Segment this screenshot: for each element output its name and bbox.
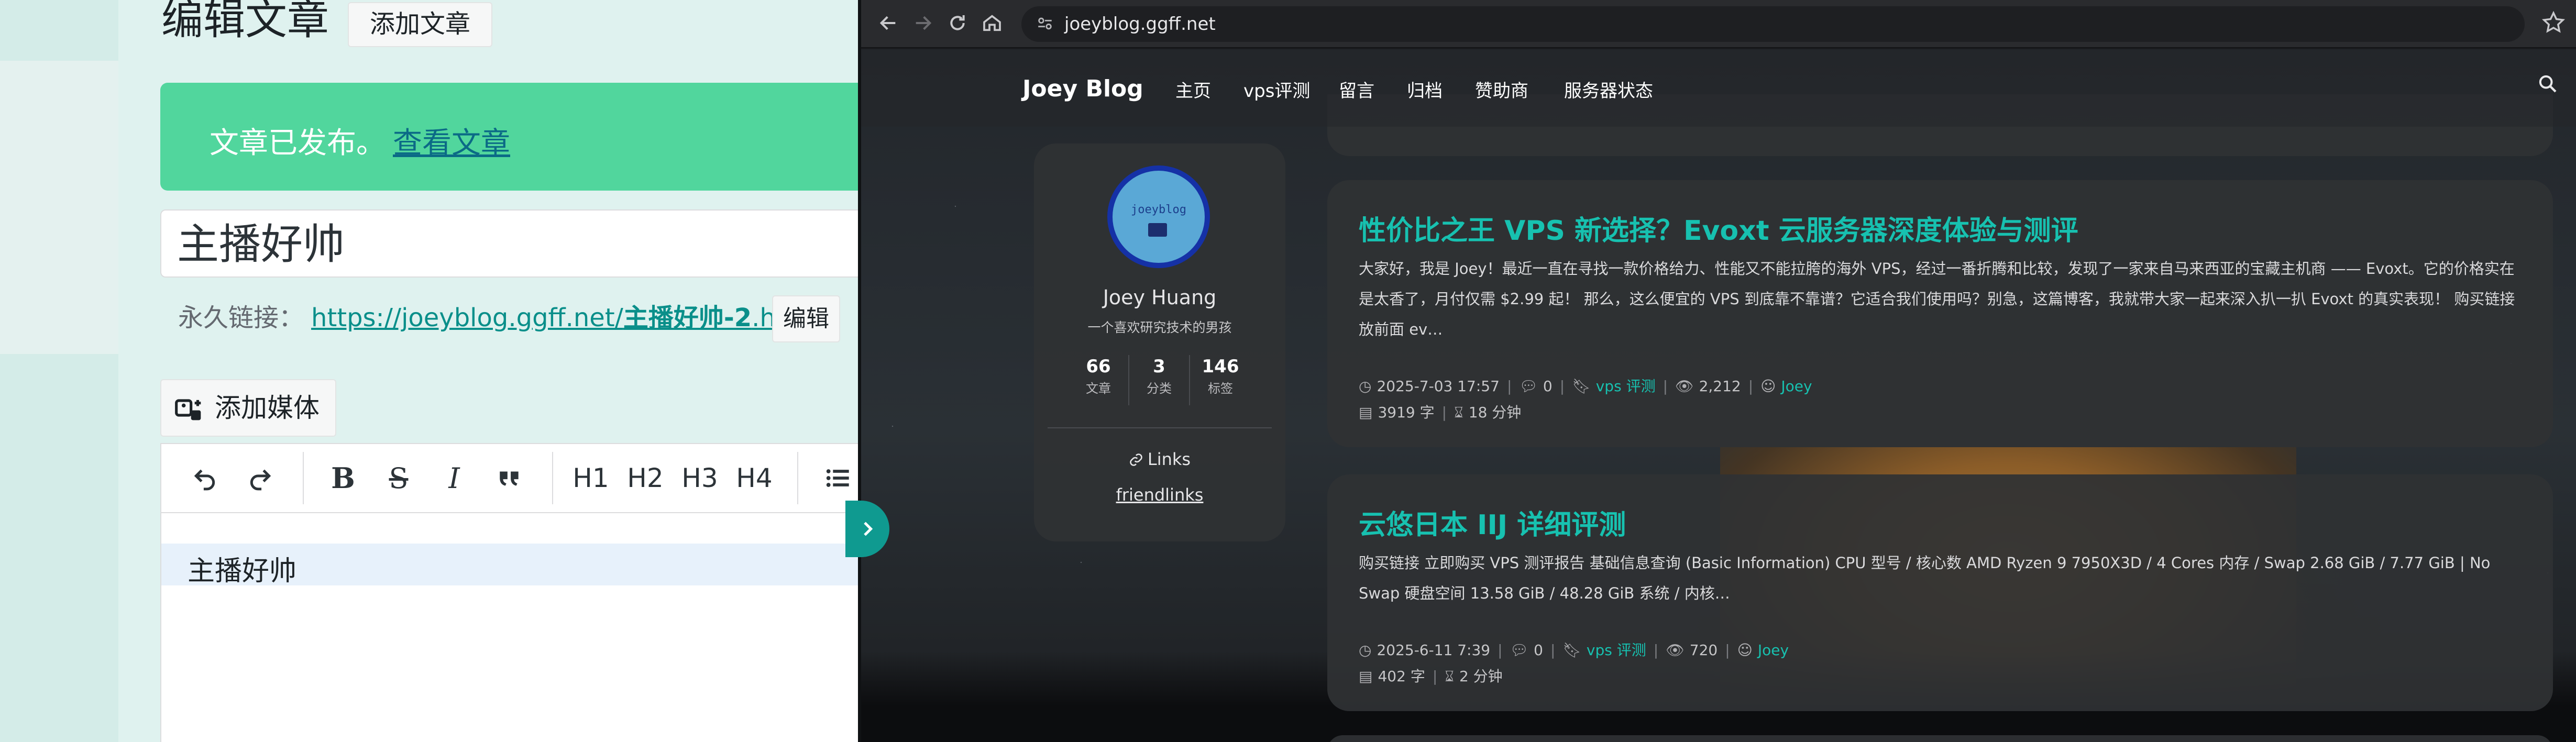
heading2-button[interactable]: H2 (623, 455, 667, 502)
clock-icon: ◷ (1359, 378, 1372, 395)
post-title-input[interactable]: 主播好帅 (160, 209, 858, 278)
editor-current-line: 主播好帅 (161, 544, 858, 587)
url-text: joeyblog.ggff.net (1064, 14, 1216, 35)
home-icon[interactable] (981, 13, 1004, 36)
editor-toolbar: B S I H1 H2 H3 H4 (160, 443, 858, 513)
document-icon: ▤ (1359, 668, 1373, 685)
post-category-link[interactable]: vps 评测 (1596, 378, 1656, 395)
post-excerpt: 大家好，我是 Joey！最近一直在寻找一款价格给力、性能又不能拉胯的海外 VPS… (1359, 260, 2515, 338)
admin-sidebar (0, 0, 118, 742)
user-icon: ☺ (1760, 378, 1776, 395)
heading1-button[interactable]: H1 (569, 455, 613, 502)
bookmark-icon: 🔖︎ (1572, 378, 1591, 395)
avatar[interactable]: joeyblog (1107, 165, 1210, 268)
post-title-value: 主播好帅 (177, 220, 345, 269)
notice-message: 文章已发布。 (210, 126, 386, 160)
user-icon: ☺ (1737, 641, 1753, 659)
hourglass-icon: ⌛︎ (1445, 668, 1454, 685)
clock-icon: ◷ (1359, 641, 1372, 659)
italic-button[interactable]: I (431, 455, 478, 502)
document-icon: ▤ (1359, 404, 1373, 421)
post-title-link[interactable]: 云悠日本 IIJ 详细评测 (1359, 503, 1626, 542)
permalink-row: 永久链接：https://joeyblog.ggff.net/主播好帅-2.ht… (178, 300, 817, 336)
nav-item-sponsors[interactable]: 赞助商 (1475, 76, 1528, 102)
back-icon[interactable] (877, 13, 900, 36)
post-author-link[interactable]: Joey (1781, 378, 1812, 395)
links-heading: Links (1034, 449, 1285, 469)
profile-name: Joey Huang (1103, 286, 1217, 309)
forward-icon[interactable] (911, 13, 934, 36)
undo-button[interactable] (181, 455, 228, 502)
address-bar[interactable]: joeyblog.ggff.net (1021, 6, 2525, 42)
add-media-label: 添加媒体 (215, 393, 320, 423)
blockquote-button[interactable] (486, 455, 533, 502)
browser-toolbar: joeyblog.ggff.net (861, 0, 2576, 48)
permalink-link[interactable]: https://joeyblog.ggff.net/主播好帅-2.html (311, 303, 817, 333)
post-meta: ◷ 2025-6-11 7:39 | 💬︎ 0 | 🔖︎ vps 评测 | 👁︎ 720 | ☺ Joey (1359, 641, 1789, 659)
add-media-button[interactable]: 添加媒体 (160, 379, 336, 437)
stat-categories[interactable]: 3 分类 (1129, 355, 1190, 405)
bookmark-star-icon[interactable] (2541, 10, 2568, 37)
nav-item-server-status[interactable]: 服务器状态 (1564, 76, 1653, 102)
post-category-link[interactable]: vps 评测 (1587, 641, 1646, 659)
editor-line-text: 主播好帅 (188, 556, 297, 587)
nav-item-home[interactable]: 主页 (1175, 76, 1211, 102)
heading3-button[interactable]: H3 (678, 455, 722, 502)
post-excerpt: 购买链接 立即购买 VPS 测评报告 基础信息查询 (Basic Informa… (1359, 554, 2491, 602)
link-icon (1130, 453, 1142, 466)
post-card[interactable]: 云悠日本 IIJ 详细评测 购买链接 立即购买 VPS 测评报告 基础信息查询 … (1327, 474, 2553, 711)
undo-icon (194, 469, 215, 491)
list-button[interactable] (814, 455, 858, 502)
post-stats: ▤ 402 字 | ⌛︎ 2 分钟 (1359, 668, 1503, 685)
post-card[interactable]: 性价比之王 VPS 新选择？Evoxt 云服务器深度体验与测评 大家好，我是 J… (1327, 180, 2553, 447)
comment-icon: 💬︎ (1510, 641, 1529, 659)
post-title-link[interactable]: 性价比之王 VPS 新选择？Evoxt 云服务器深度体验与测评 (1359, 208, 2078, 248)
add-media-icon (175, 399, 201, 420)
site-brand[interactable]: Joey Blog (1022, 75, 1143, 102)
bookmark-icon: 🔖︎ (1562, 641, 1581, 659)
comment-icon: 💬︎ (1519, 378, 1538, 395)
next-post-card (1327, 735, 2553, 742)
page-title: 编辑文章 (161, 0, 329, 44)
browser-window: joeyblog.ggff.net joeyblog Joey Huang 一个… (861, 0, 2576, 742)
strikethrough-button[interactable]: S (375, 455, 422, 502)
stat-tags[interactable]: 146 标签 (1190, 355, 1251, 405)
post-editor-pane: 编辑文章 添加文章 文章已发布。 查看文章 主播好帅 永久链接： https://j… (0, 0, 858, 742)
avatar-screen-icon (1148, 223, 1167, 237)
post-stats: ▤ 3919 字 | ⌛︎ 18 分钟 (1359, 404, 1522, 421)
heading4-button[interactable]: H4 (732, 455, 776, 502)
redo-button[interactable] (237, 455, 284, 502)
permalink-label: 永久链接： (178, 303, 304, 333)
redo-icon (250, 469, 271, 491)
hourglass-icon: ⌛︎ (1454, 404, 1463, 421)
site-info-icon[interactable] (1036, 15, 1055, 34)
chevron-right-icon (864, 522, 873, 536)
list-icon (826, 469, 849, 487)
post-author-link[interactable]: Joey (1758, 641, 1789, 659)
post-meta: ◷ 2025-7-03 17:57 | 💬︎ 0 | 🔖︎ vps 评测 | 👁︎ 2,212 | ☺ J… (1359, 378, 1812, 395)
profile-card: joeyblog Joey Huang 一个喜欢研究技术的男孩 66 文章 3 分类… (1034, 143, 1285, 541)
edit-permalink-button[interactable]: 编辑 (772, 295, 840, 342)
publish-notice: 文章已发布。 查看文章 (160, 83, 858, 191)
add-post-button[interactable]: 添加文章 (348, 2, 493, 47)
profile-stats: 66 文章 3 分类 146 标签 (1055, 355, 1264, 405)
friendlinks-link[interactable]: friendlinks (1034, 485, 1285, 505)
eye-icon: 👁︎ (1666, 641, 1685, 659)
view-post-link[interactable]: 查看文章 (393, 126, 510, 160)
blog-page: joeyblog Joey Huang 一个喜欢研究技术的男孩 66 文章 3 分类… (861, 49, 2576, 742)
reload-icon[interactable] (946, 13, 969, 36)
quote-icon (500, 471, 519, 486)
nav-item-guestbook[interactable]: 留言 (1339, 76, 1374, 102)
site-navbar: Joey Blog 主页 vps评测 留言 归档 赞助商 服务器状态 (861, 49, 2576, 127)
search-icon[interactable] (2537, 73, 2560, 96)
nav-item-archive[interactable]: 归档 (1407, 76, 1443, 102)
nav-item-vps-review[interactable]: vps评测 (1243, 76, 1310, 102)
editor-content-area[interactable]: 主播好帅 (160, 513, 858, 742)
profile-bio: 一个喜欢研究技术的男孩 (1087, 320, 1232, 335)
eye-icon: 👁︎ (1675, 378, 1694, 395)
bold-button[interactable]: B (320, 455, 367, 502)
stat-posts[interactable]: 66 文章 (1069, 355, 1129, 405)
